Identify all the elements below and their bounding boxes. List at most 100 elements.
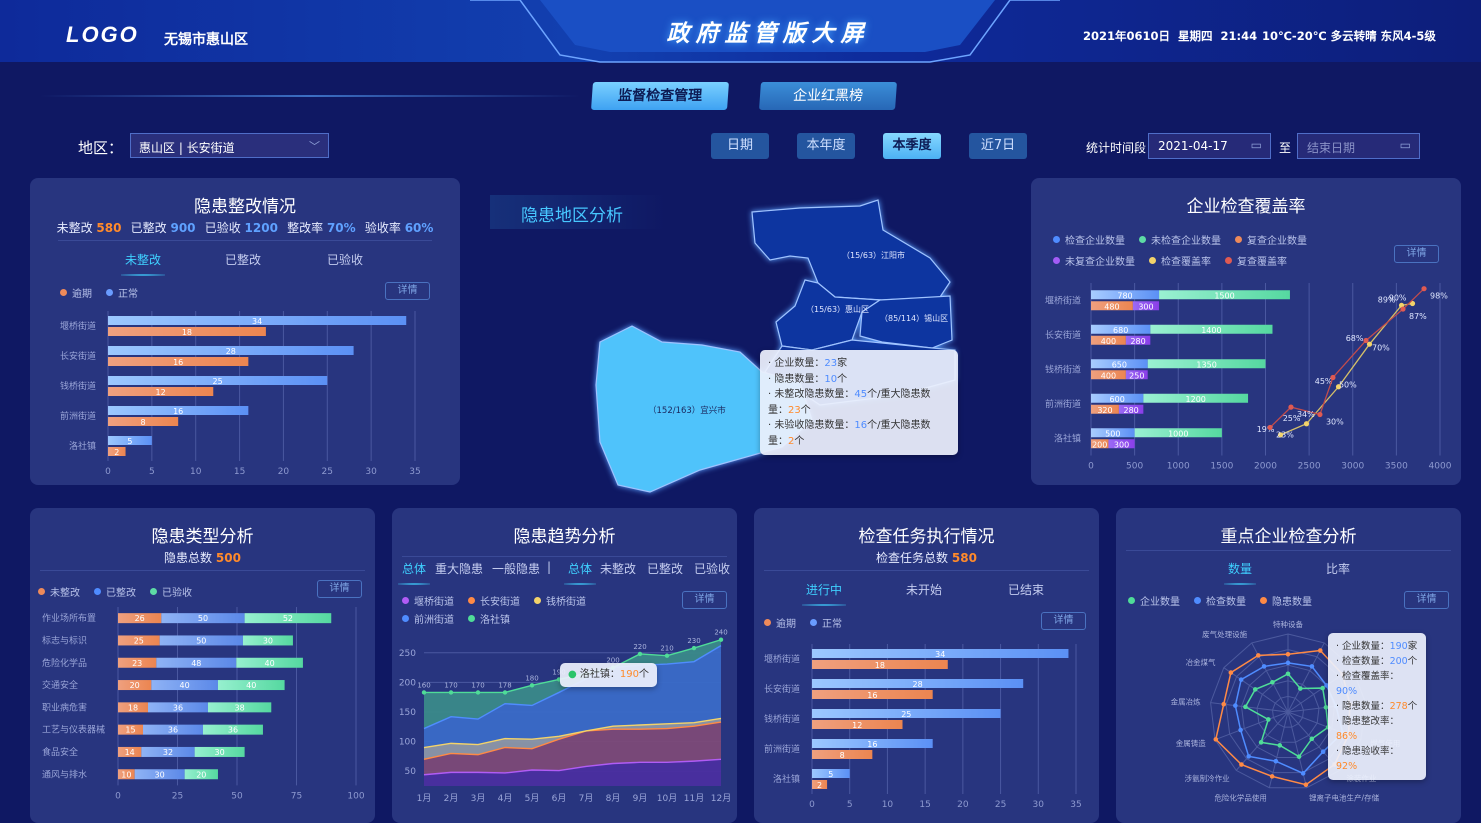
region-jiangyin[interactable]	[751, 199, 951, 301]
y-tick-label: 100	[399, 738, 416, 748]
bar-label: 650	[1112, 360, 1127, 369]
point-label: 30%	[1326, 418, 1344, 427]
bar-label: 400	[1101, 371, 1116, 380]
tab-quantity[interactable]: 数量	[1223, 560, 1257, 585]
x-tick-label: 0	[809, 800, 815, 810]
data-point	[691, 645, 697, 651]
bar-label: 500	[1105, 429, 1120, 438]
bar-label: 1500	[1214, 291, 1234, 300]
bar-label: 1200	[1186, 395, 1206, 404]
radar-point	[1213, 737, 1219, 742]
category-label: 工艺与仪表器械	[42, 724, 105, 736]
x-tick-label: 100	[347, 791, 364, 801]
point-label: 34%	[1297, 410, 1315, 419]
category-label: 作业场所布置	[42, 612, 96, 624]
radar-point	[1296, 754, 1302, 759]
bar-label: 32	[163, 748, 173, 757]
radar-axis-label: 冶金煤气	[1186, 657, 1216, 667]
tab-overall[interactable]: 总体	[397, 560, 431, 585]
tab-major[interactable]: 重大隐患	[435, 560, 483, 577]
data-point	[664, 653, 670, 658]
tab-not-started[interactable]: 未开始	[906, 581, 942, 598]
category-label: 洛社镇	[1054, 432, 1081, 444]
panel-title: 重点企业检查分析	[1220, 527, 1357, 547]
x-tick-label: 2500	[1298, 462, 1321, 472]
category-label: 堰桥街道	[1045, 294, 1081, 306]
radar-axis-label: 金属铸造	[1176, 738, 1206, 748]
y-tick-label: 150	[399, 708, 416, 718]
x-tick-label: 9月	[633, 793, 648, 804]
bar-label: 16	[867, 740, 877, 749]
line-point	[1421, 286, 1427, 292]
divider	[40, 570, 365, 571]
legend-check-rate: 检查覆盖率	[1149, 253, 1211, 268]
radar-point	[1309, 736, 1315, 742]
tab-unrectified[interactable]: 未整改	[600, 560, 636, 577]
legend: 逾期 正常	[764, 615, 842, 630]
x-tick-label: 3月	[471, 793, 486, 804]
line-point	[1363, 337, 1369, 344]
legend-unchecked: 未检查企业数量	[1139, 232, 1221, 247]
x-tick-label: 0	[1088, 462, 1094, 472]
bar-label: 12	[852, 721, 862, 730]
category-label: 长安街道	[764, 683, 800, 695]
radar-point	[1303, 782, 1309, 788]
tab-general[interactable]: 一般隐患	[492, 560, 540, 577]
y-tick-label: 200	[399, 678, 416, 688]
category-label: 钱桥街道	[1045, 363, 1081, 375]
radar-point	[1285, 651, 1291, 657]
detail-button[interactable]: 详情	[1041, 612, 1086, 630]
bar-label: 2	[817, 781, 822, 790]
bar-label: 50	[196, 636, 206, 645]
data-label: 170	[471, 681, 484, 689]
bar-label: 18	[875, 661, 885, 670]
bar-label: 25	[134, 636, 144, 645]
x-tick-label: 5	[847, 800, 853, 810]
x-tick-label: 4月	[498, 793, 513, 804]
trend-panel: 隐患趋势分析 总体 重大隐患 一般隐患 | 总体 未整改 已整改 已验收 堰桥街…	[392, 508, 737, 823]
category-label: 通风与排水	[42, 768, 87, 780]
tab-ratio[interactable]: 比率	[1326, 560, 1350, 577]
bar-label: 23	[132, 659, 142, 668]
x-tick-label: 2000	[1254, 462, 1277, 472]
key-enterprise-panel: 重点企业检查分析 数量 比率 企业数量 检查数量 隐患数量 详情 特种设备燃气使…	[1116, 508, 1461, 823]
tab-rectified[interactable]: 已整改	[647, 560, 683, 577]
bar-label: 26	[135, 614, 145, 623]
category-label: 洛社镇	[773, 773, 800, 785]
legend-overdue: 逾期	[764, 615, 796, 630]
legend: 未整改 已整改 已验收	[38, 584, 192, 599]
detail-button[interactable]: 详情	[682, 591, 727, 609]
data-point	[475, 690, 481, 695]
radar-point	[1255, 653, 1261, 658]
radar-point	[1285, 660, 1291, 666]
x-tick-label: 1500	[1210, 462, 1233, 472]
bar-label: 25	[901, 710, 911, 719]
point-label: 23%	[1276, 430, 1294, 439]
bar-label: 780	[1117, 291, 1132, 300]
detail-button[interactable]: 详情	[317, 580, 362, 598]
category-label: 交通安全	[42, 679, 78, 691]
region-label-yixing: （152/163）宜兴市	[648, 405, 726, 416]
tab-status-overall[interactable]: 总体	[563, 560, 597, 585]
radar-axis	[1214, 711, 1289, 741]
detail-button[interactable]: 详情	[1404, 591, 1449, 609]
bar-label: 1400	[1201, 326, 1221, 335]
bar-label: 20	[196, 770, 206, 779]
tab-accepted[interactable]: 已验收	[694, 560, 730, 577]
panel-title: 检查任务执行情况	[858, 527, 995, 547]
data-label: 210	[660, 645, 673, 653]
x-tick-label: 20	[957, 800, 969, 810]
legend-normal: 正常	[810, 615, 842, 630]
bar-label: 40	[246, 681, 256, 690]
category-label: 长安街道	[1045, 329, 1081, 341]
tab-in-progress[interactable]: 进行中	[801, 581, 847, 606]
category-label: 危险化学品	[42, 657, 87, 669]
x-tick-label: 4000	[1429, 462, 1452, 472]
radar-point	[1320, 685, 1325, 691]
legend: 检查企业数量 未检查企业数量 复查企业数量 未复查企业数量 检查覆盖率 复查覆盖…	[1053, 232, 1393, 268]
tab-finished[interactable]: 已结束	[1008, 581, 1044, 598]
radar-point	[1270, 680, 1275, 685]
category-label: 堰桥街道	[764, 653, 800, 665]
detail-button[interactable]: 详情	[1394, 245, 1439, 263]
x-tick-label: 10月	[657, 793, 677, 804]
